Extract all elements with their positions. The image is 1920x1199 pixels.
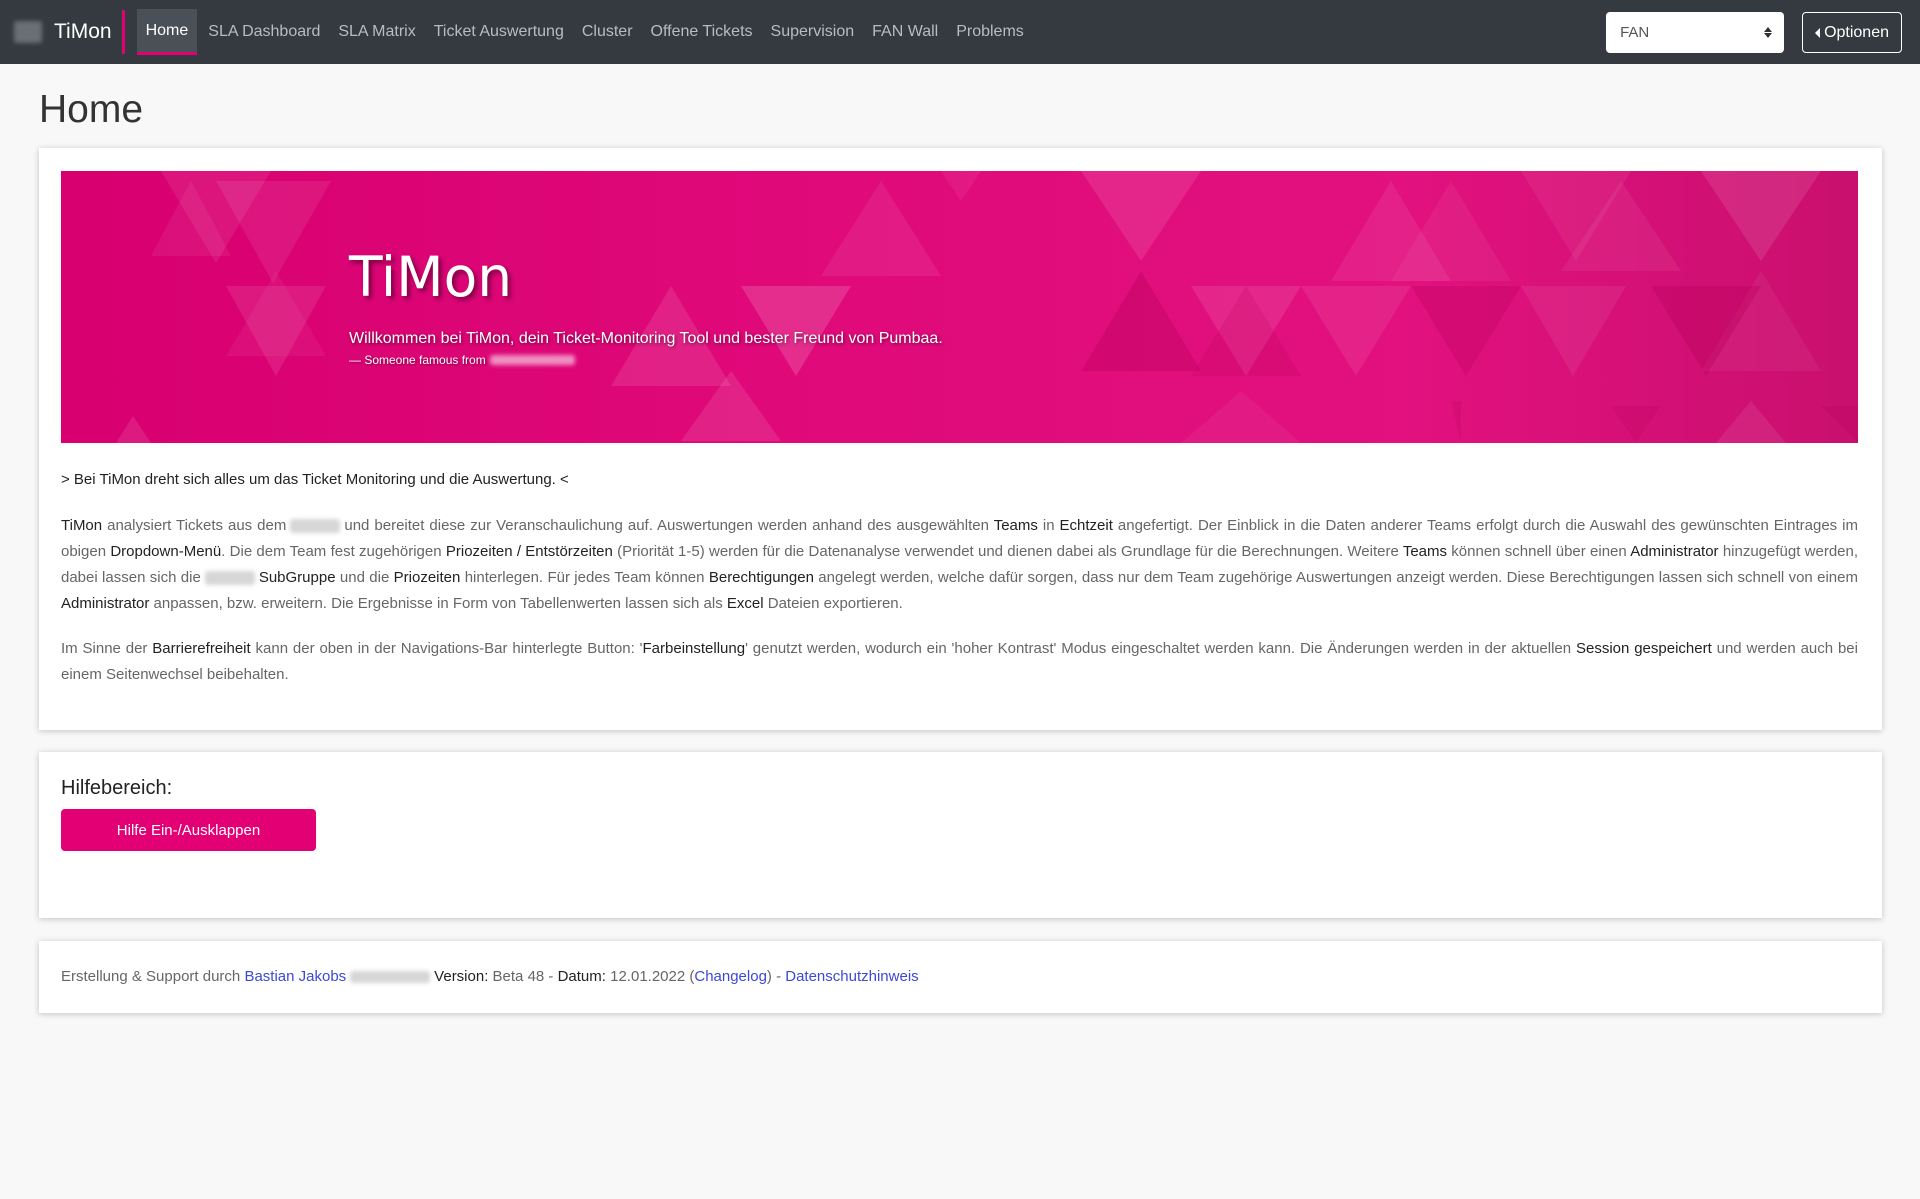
redacted-text <box>290 519 341 534</box>
brand-logo-icon <box>14 21 42 43</box>
hero-subtitle: Willkommen bei TiMon, dein Ticket-Monito… <box>349 330 943 347</box>
footer-text: Erstellung & Support durch Bastian Jakob… <box>61 968 919 985</box>
text-span: . Die dem Team fest zugehörigen <box>221 543 446 560</box>
brand-name: TiMon <box>54 20 112 43</box>
intro-text: > Bei TiMon dreht sich alles um das Tick… <box>61 471 569 488</box>
nav-right: FAN Optionen <box>1606 12 1902 53</box>
help-toggle-button[interactable]: Hilfe Ein-/Ausklappen <box>61 809 316 851</box>
nav-item-home[interactable]: Home <box>136 9 198 55</box>
text-span: anpassen, bzw. erweitern. Die Ergebnisse… <box>149 595 727 612</box>
text-span: analysiert Tickets aus dem <box>102 517 287 534</box>
hero-quote-text: — Someone famous from <box>349 353 486 367</box>
text-span: hinterlegen. Für jedes Team können <box>460 569 709 586</box>
hero-banner: TiMon Willkommen bei TiMon, dein Ticket-… <box>61 171 1858 443</box>
strong-text: Farbeinstellung <box>642 640 746 657</box>
author-link[interactable]: Bastian Jakobs <box>244 968 346 985</box>
main-card: TiMon Willkommen bei TiMon, dein Ticket-… <box>39 148 1882 730</box>
date-value: 12.01.2022 ( <box>605 968 695 985</box>
description-paragraph: TiMon analysiert Tickets aus dem und bere… <box>61 513 1858 617</box>
privacy-link[interactable]: Datenschutzhinweis <box>785 968 918 985</box>
text-span: und bereitet diese zur Veranschaulichung… <box>344 517 994 534</box>
text-span: (Priorität 1-5) werden für die Datenanal… <box>612 543 1403 560</box>
strong-text: Teams <box>993 517 1038 534</box>
page-title: Home <box>39 88 144 131</box>
nav-item-supervision[interactable]: Supervision <box>762 0 864 64</box>
text-span: Im Sinne der <box>61 640 153 657</box>
strong-text: TiMon <box>61 517 103 534</box>
footer-prefix: Erstellung & Support durch <box>61 968 245 985</box>
nav-item-problems[interactable]: Problems <box>947 0 1033 64</box>
strong-text: Session gespeichert <box>1575 640 1712 657</box>
hero-quote: — Someone famous from <box>349 353 575 367</box>
nav-item-sla-matrix[interactable]: SLA Matrix <box>329 0 424 64</box>
team-select-value: FAN <box>1620 24 1650 41</box>
text-span: ' genutzt werden, wodurch ein 'hoher Kon… <box>745 640 1576 657</box>
text-span: Dateien exportieren. <box>763 595 903 612</box>
text-span: und die <box>335 569 394 586</box>
accessibility-paragraph: Im Sinne der Barrierefreiheit kann der o… <box>61 636 1858 688</box>
text-span: in <box>1037 517 1060 534</box>
strong-text: Priozeiten <box>393 569 461 586</box>
strong-text: Priozeiten / Entstörzeiten <box>445 543 613 560</box>
footer-separator: ) - <box>766 968 786 985</box>
caret-left-icon <box>1815 27 1821 38</box>
strong-text: Barrierefreiheit <box>152 640 251 657</box>
text-span: kann der oben in der Navigations-Bar hin… <box>250 640 643 657</box>
help-title: Hilfebereich: <box>61 777 173 799</box>
nav-item-ticket-auswertung[interactable]: Ticket Auswertung <box>425 0 573 64</box>
changelog-link[interactable]: Changelog <box>694 968 767 985</box>
nav-item-fan-wall[interactable]: FAN Wall <box>863 0 947 64</box>
strong-text: SubGruppe <box>258 569 336 586</box>
help-card: Hilfebereich: Hilfe Ein-/Ausklappen <box>39 752 1882 918</box>
brand[interactable]: TiMon <box>0 10 125 54</box>
nav-list: Home SLA Dashboard SLA Matrix Ticket Aus… <box>135 0 1033 64</box>
version-label: Version: <box>434 968 489 985</box>
hero-triangle-pattern <box>116 171 1858 443</box>
team-select[interactable]: FAN <box>1606 12 1785 53</box>
date-label: Datum: <box>557 968 606 985</box>
top-navbar: TiMon Home SLA Dashboard SLA Matrix Tick… <box>0 0 1920 64</box>
strong-text: Berechtigungen <box>708 569 814 586</box>
redacted-text <box>204 571 255 586</box>
text-span: angelegt werden, welche dafür sorgen, da… <box>813 569 1858 586</box>
options-label: Optionen <box>1824 23 1889 41</box>
strong-text: Administrator <box>61 595 150 612</box>
strong-text: Excel <box>726 595 764 612</box>
nav-item-offene-tickets[interactable]: Offene Tickets <box>642 0 762 64</box>
hero-title: TiMon <box>349 245 513 309</box>
select-arrows-icon <box>1764 27 1773 38</box>
redacted-text <box>489 355 575 365</box>
text-span: können schnell über einen <box>1447 543 1631 560</box>
footer-card: Erstellung & Support durch Bastian Jakob… <box>39 941 1882 1013</box>
strong-text: Administrator <box>1630 543 1719 560</box>
strong-text: Teams <box>1402 543 1448 560</box>
options-button[interactable]: Optionen <box>1802 12 1902 53</box>
nav-item-cluster[interactable]: Cluster <box>573 0 642 64</box>
redacted-text <box>350 970 431 983</box>
nav-item-sla-dashboard[interactable]: SLA Dashboard <box>199 0 329 64</box>
version-value: Beta 48 - <box>488 968 558 985</box>
strong-text: Dropdown-Menü <box>110 543 222 560</box>
strong-text: Echtzeit <box>1059 517 1113 534</box>
